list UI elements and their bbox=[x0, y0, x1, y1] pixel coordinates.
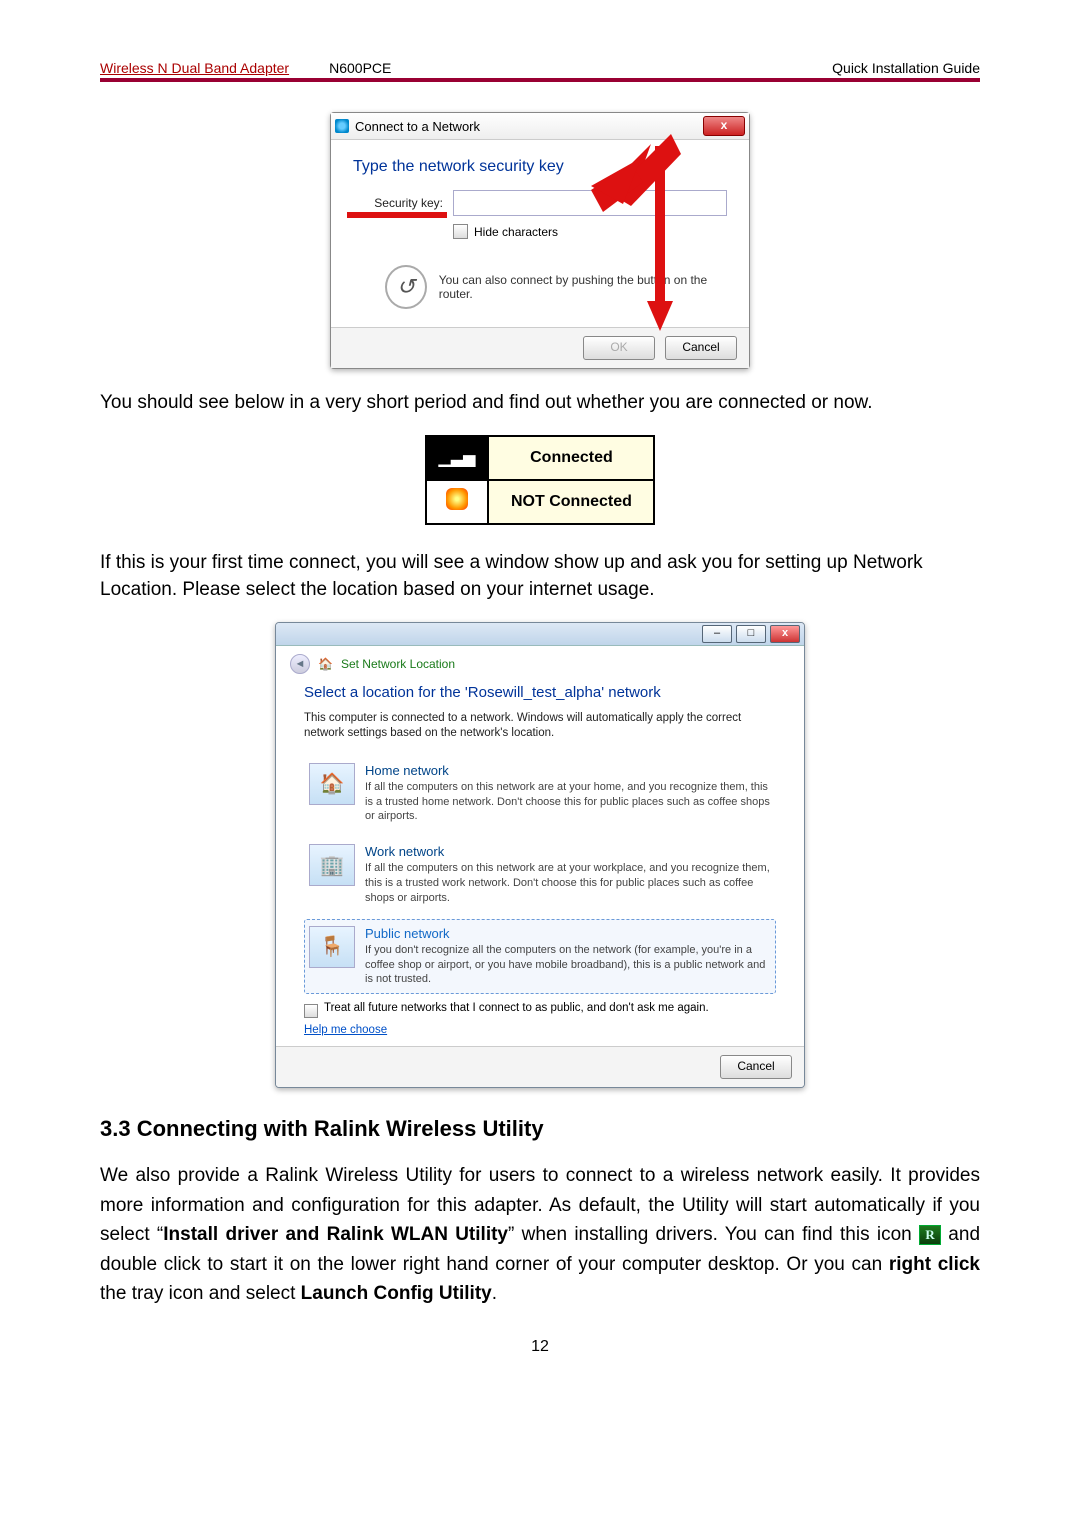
home-network-desc: If all the computers on this network are… bbox=[365, 780, 771, 825]
crumb-text: Set Network Location bbox=[341, 657, 455, 671]
home-network-option[interactable]: 🏠 Home network If all the computers on t… bbox=[304, 756, 776, 832]
treat-public-row[interactable]: Treat all future networks that I connect… bbox=[304, 1002, 776, 1018]
ralink-tray-icon: R bbox=[919, 1225, 941, 1245]
security-key-label: Security key: bbox=[353, 196, 443, 210]
home-network-title: Home network bbox=[365, 763, 771, 778]
work-network-option[interactable]: 🏢 Work network If all the computers on t… bbox=[304, 837, 776, 913]
dialog2-desc: This computer is connected to a network.… bbox=[304, 711, 776, 742]
ok-button[interactable]: OK bbox=[583, 336, 655, 360]
work-network-icon: 🏢 bbox=[309, 844, 355, 886]
dialog-titlebar: Connect to a Network x bbox=[331, 113, 749, 140]
wps-row: ↺ You can also connect by pushing the bu… bbox=[385, 265, 727, 309]
hide-characters-row[interactable]: Hide characters bbox=[453, 224, 727, 239]
header-doc: Quick Installation Guide bbox=[832, 60, 980, 76]
network-icon bbox=[335, 119, 349, 133]
wps-text: You can also connect by pushing the butt… bbox=[439, 273, 727, 301]
work-network-title: Work network bbox=[365, 844, 771, 859]
section-3-3-paragraph: We also provide a Ralink Wireless Utilit… bbox=[100, 1161, 980, 1308]
close-button[interactable]: x bbox=[770, 625, 800, 643]
public-network-icon: 🪑 bbox=[309, 926, 355, 968]
paragraph-1: You should see below in a very short per… bbox=[100, 389, 980, 417]
dialog2-titlebar: – □ x bbox=[276, 623, 804, 646]
glow-icon-cell bbox=[426, 480, 489, 524]
paragraph-2: If this is your first time connect, you … bbox=[100, 549, 980, 604]
no-signal-icon bbox=[446, 488, 468, 510]
home-network-icon: 🏠 bbox=[309, 763, 355, 805]
hide-characters-label: Hide characters bbox=[474, 225, 558, 239]
minimize-button[interactable]: – bbox=[702, 625, 732, 643]
security-key-input[interactable] bbox=[453, 190, 727, 216]
signal-bars-icon: ▁▃▅ bbox=[439, 448, 476, 468]
section-3-3-heading: 3.3 Connecting with Ralink Wireless Util… bbox=[100, 1116, 980, 1142]
doc-header: Wireless N Dual Band Adapter N600PCE Qui… bbox=[100, 60, 980, 76]
signal-icon-cell: ▁▃▅ bbox=[426, 436, 489, 480]
cancel-button[interactable]: Cancel bbox=[720, 1055, 792, 1079]
connected-label: Connected bbox=[488, 436, 654, 480]
connect-network-dialog: Connect to a Network x Type the network … bbox=[330, 112, 750, 369]
help-me-choose-link[interactable]: Help me choose bbox=[304, 1024, 387, 1036]
cancel-button[interactable]: Cancel bbox=[665, 336, 737, 360]
maximize-button[interactable]: □ bbox=[736, 625, 766, 643]
header-model: N600PCE bbox=[329, 60, 832, 76]
treat-public-checkbox[interactable] bbox=[304, 1004, 318, 1018]
header-divider bbox=[100, 78, 980, 82]
network-location-icon: 🏠 bbox=[318, 657, 333, 671]
set-network-location-dialog: – □ x ◄ 🏠 Set Network Location Select a … bbox=[275, 622, 805, 1089]
wps-icon: ↺ bbox=[385, 265, 427, 309]
dialog-prompt: Type the network security key bbox=[353, 158, 727, 176]
connection-status-table: ▁▃▅ Connected NOT Connected bbox=[425, 435, 656, 525]
header-product: Wireless N Dual Band Adapter bbox=[100, 60, 289, 76]
treat-public-label: Treat all future networks that I connect… bbox=[324, 1002, 709, 1014]
dialog2-heading: Select a location for the 'Rosewill_test… bbox=[304, 684, 776, 701]
not-connected-label: NOT Connected bbox=[488, 480, 654, 524]
close-button[interactable]: x bbox=[703, 116, 745, 136]
dialog-title: Connect to a Network bbox=[355, 119, 703, 134]
back-button[interactable]: ◄ bbox=[290, 654, 310, 674]
page-number: 12 bbox=[100, 1338, 980, 1356]
work-network-desc: If all the computers on this network are… bbox=[365, 861, 771, 906]
public-network-desc: If you don't recognize all the computers… bbox=[365, 943, 771, 988]
hide-characters-checkbox[interactable] bbox=[453, 224, 468, 239]
public-network-title: Public network bbox=[365, 926, 771, 941]
public-network-option[interactable]: 🪑 Public network If you don't recognize … bbox=[304, 919, 776, 995]
